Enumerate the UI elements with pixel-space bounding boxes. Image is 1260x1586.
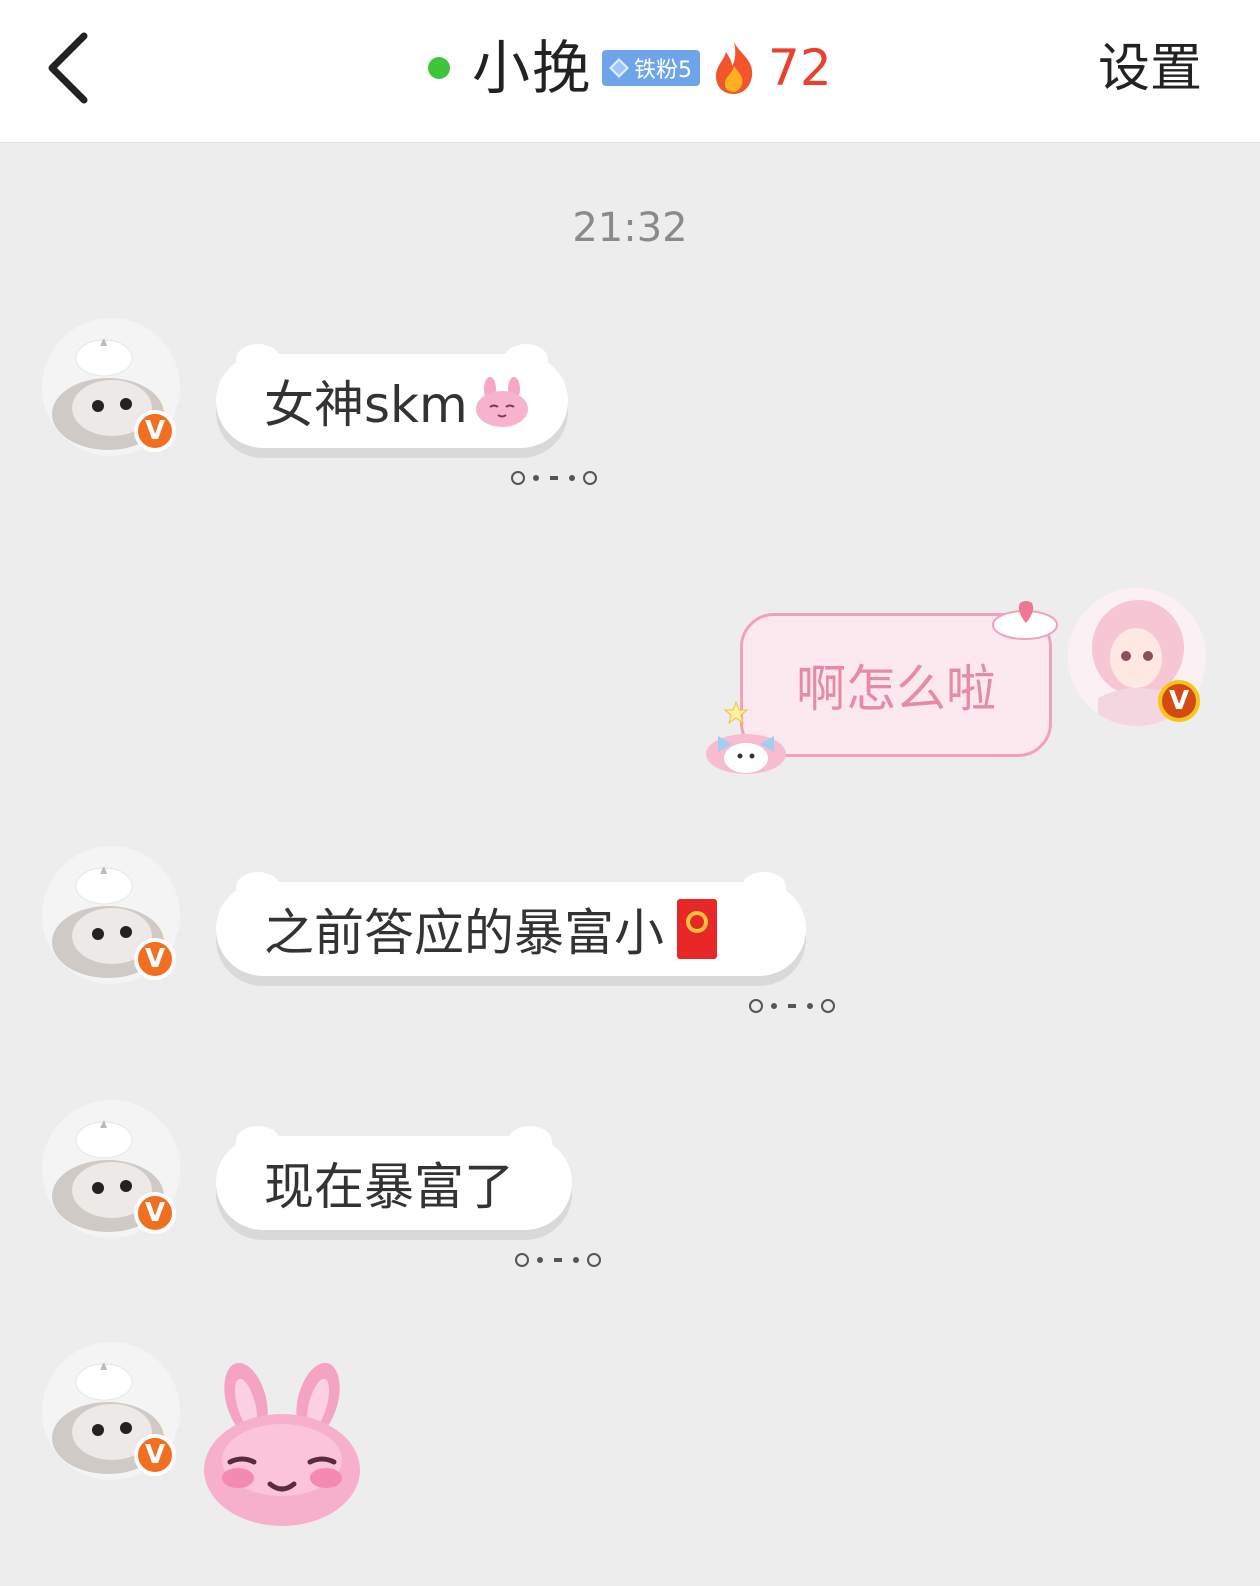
bubble-ear xyxy=(504,344,548,374)
bubble-ear xyxy=(508,1126,552,1156)
verified-badge[interactable]: V xyxy=(134,410,176,452)
diamond-icon xyxy=(609,58,630,78)
bubble-tail-decoration xyxy=(514,1249,604,1271)
message-bubble[interactable]: 之前答应的暴富小 xyxy=(216,872,806,976)
melody-character-decoration xyxy=(706,700,786,774)
settings-button[interactable]: 设置 xyxy=(1098,34,1202,104)
bubble-tail-decoration xyxy=(748,995,838,1017)
chevron-left-icon xyxy=(48,32,88,104)
message-text: 女神skm xyxy=(264,376,468,434)
message-bubble[interactable]: 现在暴富了 xyxy=(216,1126,572,1230)
verified-badge[interactable]: V xyxy=(1158,680,1200,722)
intimacy-count: 72 xyxy=(768,39,832,97)
verified-badge[interactable]: V xyxy=(134,1192,176,1234)
bubble-ear xyxy=(742,872,786,902)
contact-nickname: 小挽 xyxy=(472,34,593,102)
fire-icon xyxy=(716,42,753,94)
online-status-dot xyxy=(428,57,450,79)
message-bubble[interactable]: 女神skm xyxy=(216,344,568,448)
chat-header: 小挽 铁粉5 72 设置 xyxy=(0,0,1260,143)
red-packet-icon xyxy=(677,899,717,959)
message-text: 之前答应的暴富小 xyxy=(264,904,664,962)
fan-badge-label: 铁粉5 xyxy=(634,58,693,83)
strawberry-cloud-decoration xyxy=(992,601,1058,640)
message-timestamp: 21:32 xyxy=(572,205,688,251)
message-text: 现在暴富了 xyxy=(264,1158,514,1216)
pink-bunny-sticker[interactable] xyxy=(200,1360,364,1528)
verified-badge[interactable]: V xyxy=(134,938,176,980)
message-text: 啊怎么啦 xyxy=(796,660,996,718)
verified-badge[interactable]: V xyxy=(134,1434,176,1476)
fan-level-badge: 铁粉5 xyxy=(602,50,701,86)
pink-bunny-emoji xyxy=(475,377,528,427)
chat-title[interactable]: 小挽 铁粉5 72 xyxy=(428,28,832,108)
back-button[interactable] xyxy=(38,28,102,108)
bubble-tail-decoration xyxy=(510,467,600,489)
